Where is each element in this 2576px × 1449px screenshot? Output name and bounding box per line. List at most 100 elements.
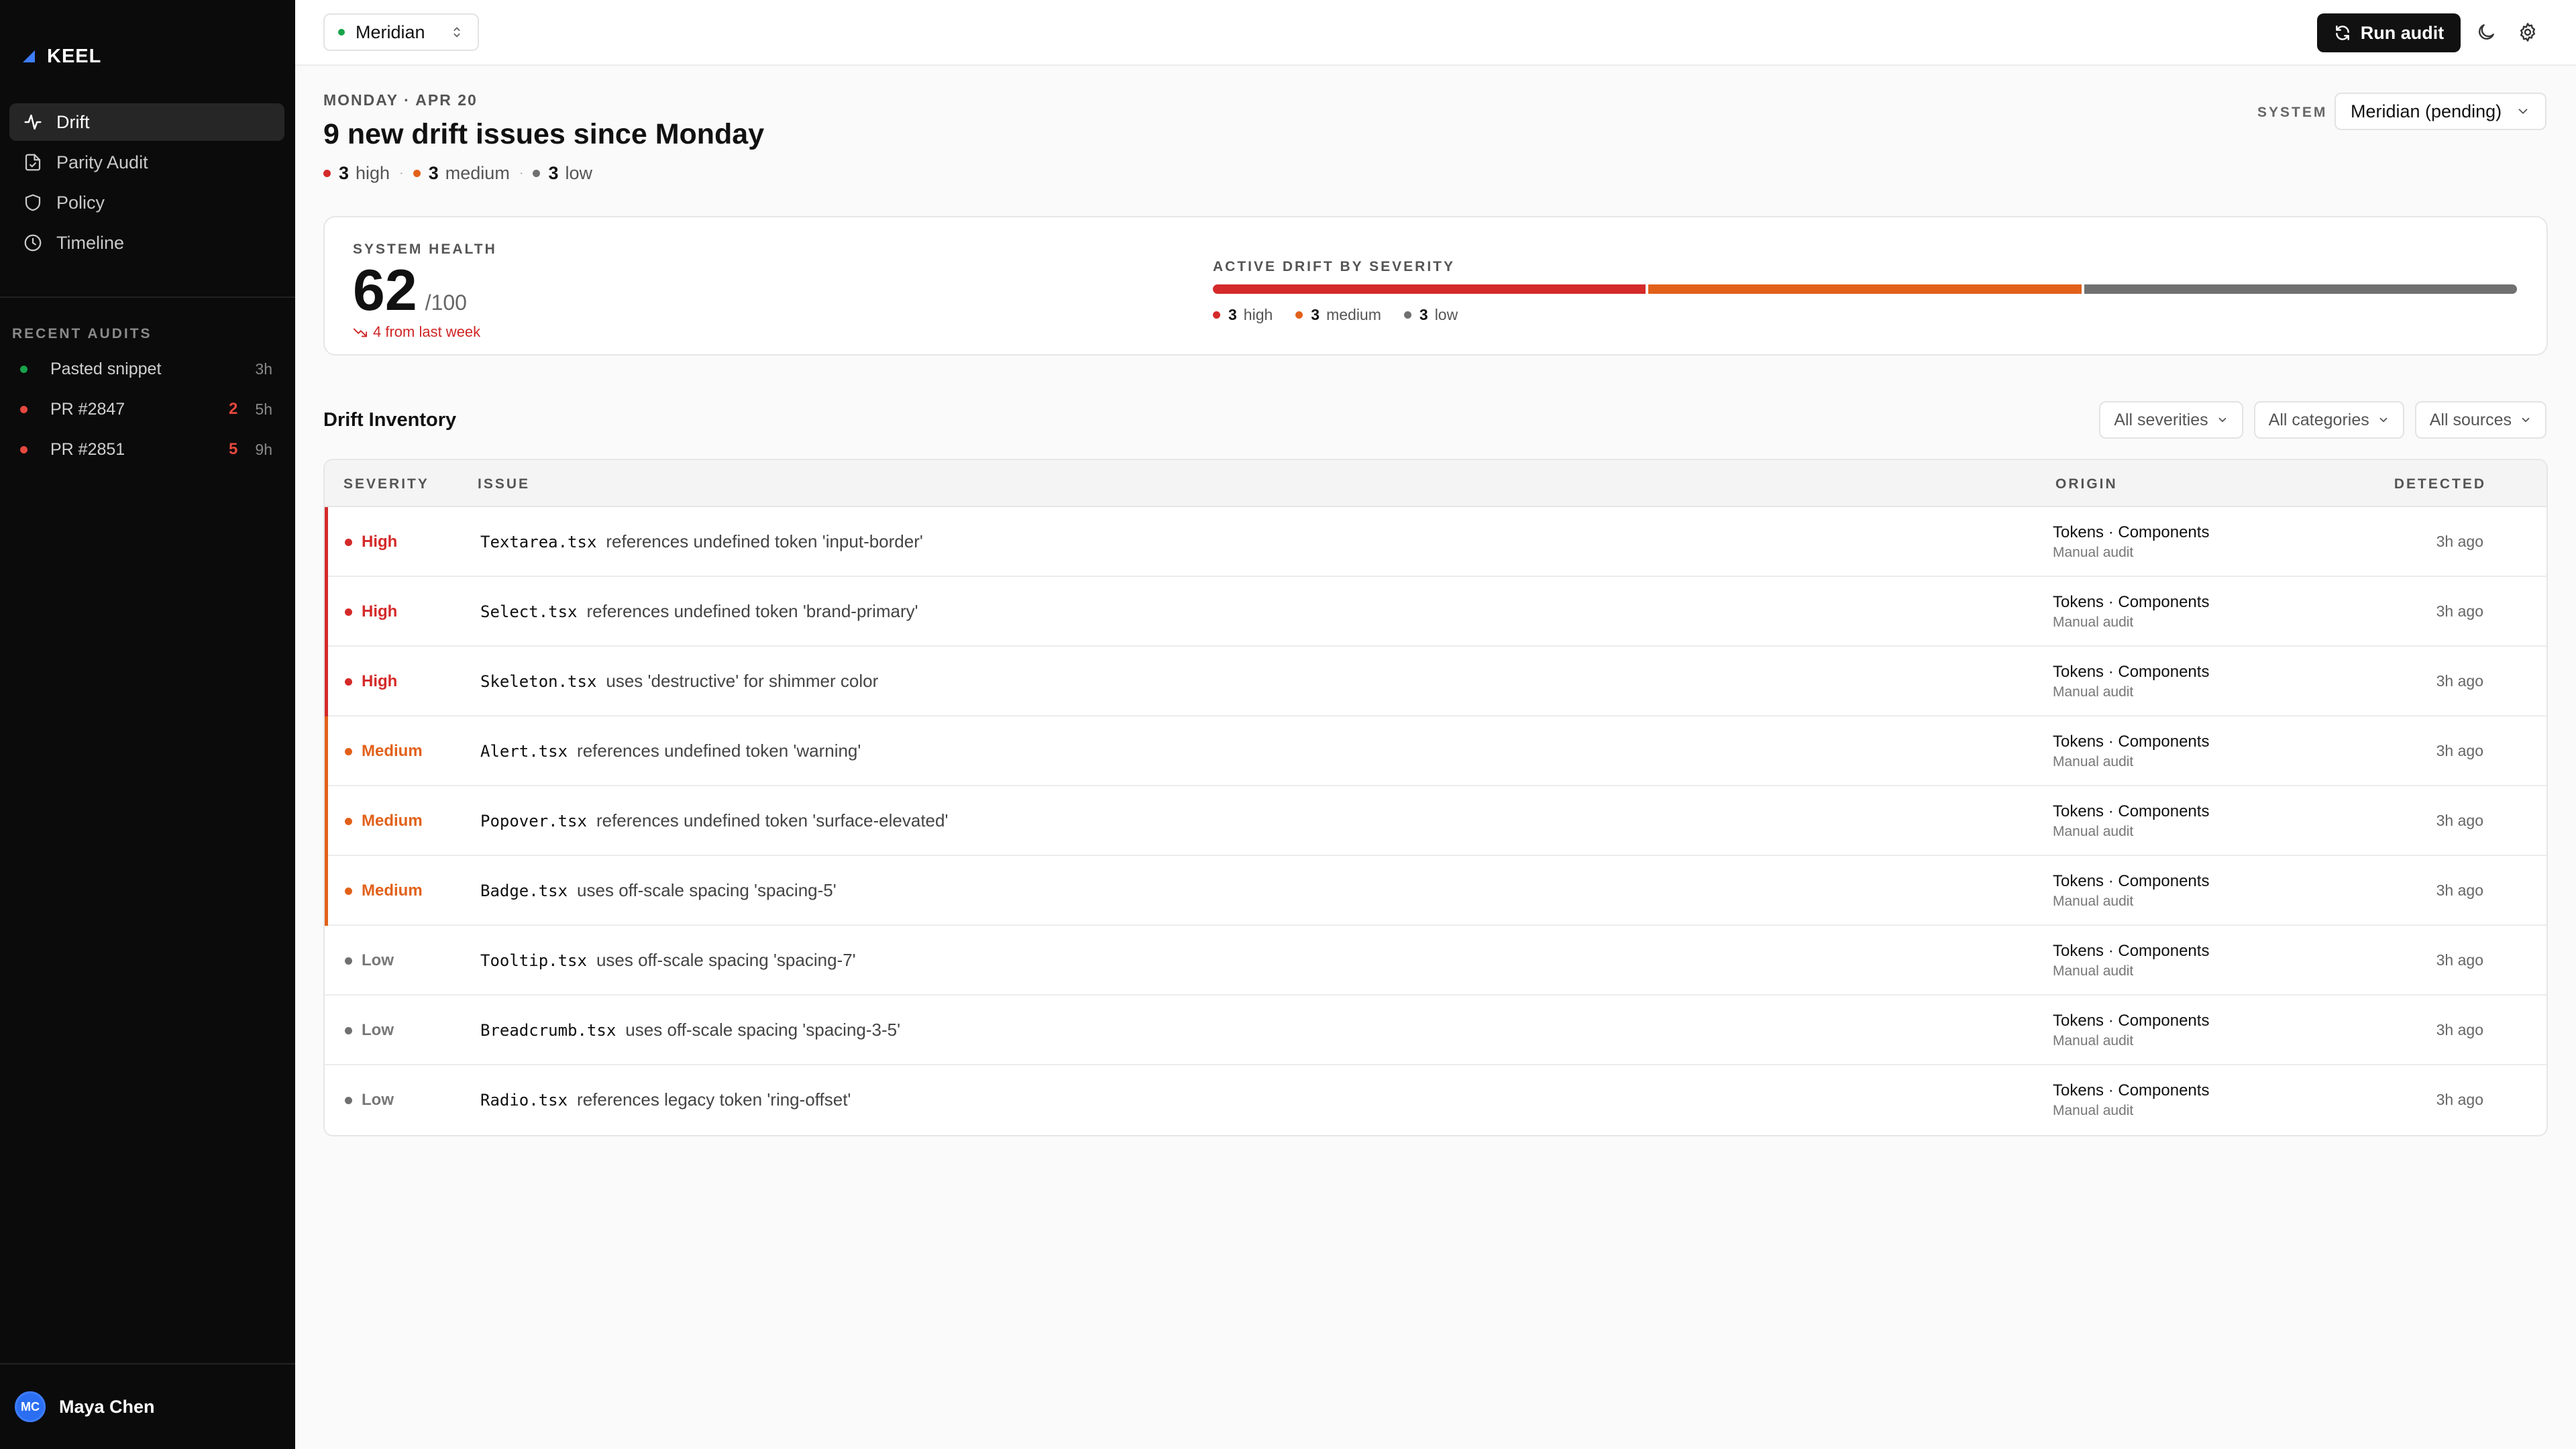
chevron-down-icon [2218,417,2226,423]
health-score: 62 /100 [353,262,467,319]
issue-file[interactable]: Alert.tsx [480,742,568,761]
system-select[interactable]: Meridian (pending) [2334,93,2546,130]
sidebar-item-drift[interactable]: Drift [9,103,284,141]
issue-cell: Alert.tsx references undefined token 'wa… [480,741,861,761]
origin-source: Manual audit [2053,614,2134,630]
origin-cell: Tokens · Components Manual audit [2053,802,2209,840]
recent-audit-label: PR #2847 [50,399,125,419]
issue-file[interactable]: Popover.tsx [480,812,587,830]
origin-source: Manual audit [2053,894,2134,909]
issue-cell: Badge.tsx uses off-scale spacing 'spacin… [480,880,837,901]
severity-accent [325,577,328,647]
recent-audit-item[interactable]: PR #2847 2 5h [0,389,295,429]
settings-button[interactable] [2514,19,2541,46]
recent-audit-item[interactable]: Pasted snippet 3h [0,349,295,389]
severity-cell: High [345,533,397,551]
table-row[interactable]: Low Breadcrumb.tsx uses off-scale spacin… [325,996,2546,1065]
recent-audits-heading: RECENT AUDITS [12,326,152,341]
recent-audit-time: 3h [255,360,272,378]
origin-category: Tokens · Components [2053,872,2210,890]
source-filter[interactable]: All sources [2414,401,2546,439]
issue-file[interactable]: Textarea.tsx [480,533,596,551]
table-row[interactable]: High Select.tsx references undefined tok… [325,577,2546,647]
issue-cell: Popover.tsx references undefined token '… [480,810,948,831]
sidebar-item-label: Policy [56,192,105,213]
legend-label: high [1243,306,1273,323]
page-title: 9 new drift issues since Monday [323,118,765,150]
issue-file[interactable]: Skeleton.tsx [480,672,596,691]
category-filter[interactable]: All categories [2253,401,2404,439]
table-row[interactable]: High Textarea.tsx references undefined t… [325,507,2546,577]
sidebar-nav: Drift Parity Audit Policy Timeline [9,103,284,264]
issue-file[interactable]: Tooltip.tsx [480,951,587,970]
table-row[interactable]: High Skeleton.tsx uses 'destructive' for… [325,647,2546,716]
issue-file[interactable]: Radio.tsx [480,1091,568,1110]
system-switcher[interactable]: Meridian [323,13,479,51]
separator: · [519,166,524,180]
chevron-up-down-icon [453,27,460,38]
issue-description: references undefined token 'warning' [577,741,861,761]
table-header: SEVERITY ISSUE ORIGIN DETECTED [325,460,2546,507]
status-dot [20,405,28,413]
severity-accent [325,786,328,856]
issue-file[interactable]: Badge.tsx [480,881,568,900]
issue-cell: Select.tsx references undefined token 'b… [480,601,918,622]
issue-file[interactable]: Select.tsx [480,602,578,621]
sidebar-item-policy[interactable]: Policy [9,184,284,221]
column-header-detected[interactable]: DETECTED [2394,476,2486,492]
origin-category: Tokens · Components [2053,663,2210,681]
filter-label: All sources [2429,410,2512,429]
medium-label: medium [445,163,510,183]
filter-label: All categories [2268,410,2369,429]
detected-cell: 3h ago [2436,742,2483,759]
clock-icon [24,234,42,252]
recent-audit-label: Pasted snippet [50,359,162,378]
brand[interactable]: KEEL [23,43,101,70]
top-bar: Meridian Run audit [295,0,2576,66]
gear-icon [2520,23,2536,42]
table-row[interactable]: Low Tooltip.tsx uses off-scale spacing '… [325,926,2546,996]
legend-item-low: 3 low [1403,306,1458,324]
sidebar-item-parity-audit[interactable]: Parity Audit [9,144,284,181]
origin-category: Tokens · Components [2053,802,2210,820]
origin-cell: Tokens · Components Manual audit [2053,872,2209,910]
filter-label: All severities [2114,410,2208,429]
low-count: 3 [548,163,559,183]
run-audit-button[interactable]: Run audit [2317,13,2461,52]
severity-label: Low [362,1021,394,1039]
table-row[interactable]: Low Radio.tsx references legacy token 'r… [325,1065,2546,1135]
separator: · [399,166,404,180]
origin-category: Tokens · Components [2053,733,2210,751]
severity-legend: 3 high 3 medium 3 low [1213,306,1458,324]
system-health-label: SYSTEM HEALTH [353,241,497,257]
severity-filter[interactable]: All severities [2099,401,2243,439]
chevron-down-icon [2518,109,2528,114]
issue-file[interactable]: Breadcrumb.tsx [480,1021,616,1040]
detected-cell: 3h ago [2436,1021,2483,1038]
origin-source: Manual audit [2053,754,2134,769]
origin-cell: Tokens · Components Manual audit [2053,593,2209,631]
medium-count: 3 [428,163,439,183]
status-dot [20,365,28,373]
issue-description: references undefined token 'surface-elev… [596,810,949,830]
column-header-issue[interactable]: ISSUE [478,476,530,492]
sidebar-item-timeline[interactable]: Timeline [9,224,284,262]
recent-audit-item[interactable]: PR #2851 5 9h [0,429,295,470]
issue-cell: Radio.tsx references legacy token 'ring-… [480,1089,851,1110]
severity-dot [345,608,352,616]
sidebar-item-label: Drift [56,111,90,132]
column-header-severity[interactable]: SEVERITY [343,476,429,492]
origin-source: Manual audit [2053,1033,2134,1049]
status-dot [338,29,345,36]
origin-source: Manual audit [2053,545,2134,560]
issue-cell: Tooltip.tsx uses off-scale spacing 'spac… [480,950,856,971]
table-row[interactable]: Medium Alert.tsx references undefined to… [325,716,2546,786]
avatar: MC [15,1391,46,1422]
theme-toggle-button[interactable] [2473,19,2500,46]
table-row[interactable]: Medium Badge.tsx uses off-scale spacing … [325,856,2546,926]
table-row[interactable]: Medium Popover.tsx references undefined … [325,786,2546,856]
user-name: Maya Chen [59,1396,155,1417]
user-profile[interactable]: MC Maya Chen [0,1363,295,1449]
detected-cell: 3h ago [2436,602,2483,620]
column-header-origin[interactable]: ORIGIN [2055,476,2118,492]
